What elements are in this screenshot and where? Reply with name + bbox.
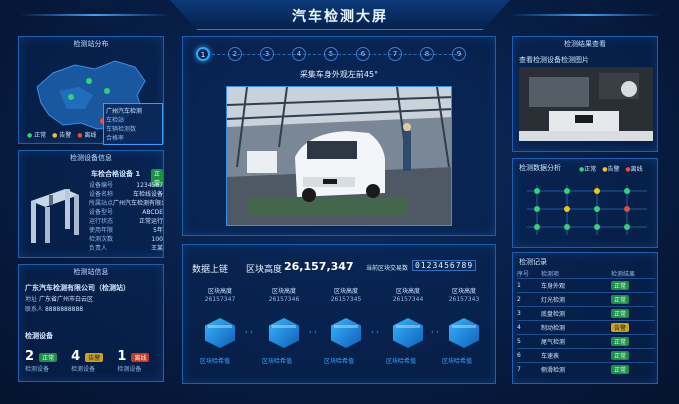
step-9[interactable]: 9	[452, 47, 466, 61]
device-row: 负责人 王某	[89, 245, 163, 252]
device-row: 使用年限 5年	[89, 227, 163, 234]
station-panel-title: 检测站信息	[19, 265, 163, 279]
engine-photo[interactable]	[519, 67, 653, 141]
table-row[interactable]: 7 侧滑检测 正常	[517, 362, 655, 377]
device-counts: 2 正常 检测设备 4 告警 检测设备 1 离线 检测设备	[25, 345, 150, 373]
block-height-value: 26,157,347	[284, 260, 354, 273]
chain-block-label: 区块高度 26157346	[268, 288, 300, 303]
table-row[interactable]: 4 制动检测 告警	[517, 320, 655, 335]
result-photo-panel: 检测结果查看 查看检测设备检测图片	[512, 36, 658, 152]
popup-line: 车辆检测数	[106, 126, 137, 133]
count-item[interactable]: 1 离线 检测设备	[117, 345, 150, 373]
device-row: 检测次数 100	[89, 236, 163, 243]
device-panel-title: 检测设备信息	[19, 151, 163, 165]
records-title: 检测记录	[519, 258, 547, 266]
page-title: 汽车检测大屏	[292, 9, 388, 25]
table-row[interactable]: 2 灯光检测 正常	[517, 292, 655, 307]
station-panel: 检测站信息 广东汽车检测有限公司（检测站） 地址 广东省广州市白云区 联系人 8…	[18, 264, 164, 382]
map-popup: 广州汽车检测 车检站 车辆检测数 合格率	[103, 103, 163, 145]
chain-hash-label: 区块哈希值	[442, 358, 473, 365]
block-height-label: 区块高度	[246, 265, 283, 275]
chain-arrow: ‹ ‹	[245, 328, 253, 336]
station-name: 广东汽车检测有限公司（检测站）	[25, 284, 130, 292]
title-decoration-left	[20, 14, 170, 16]
step-6[interactable]: 6	[356, 47, 370, 61]
device-heading: 车检合格设备 1	[91, 170, 141, 178]
dashboard-root: 汽车检测大屏 检测站分布 广州汽车检测 车检站 车辆检测数 合格率 ● 正常 ●…	[0, 0, 679, 404]
step-1[interactable]: 1	[196, 47, 210, 61]
popup-line: 车检站	[106, 117, 125, 124]
result-panel-title: 检测结果查看	[513, 37, 657, 51]
device-panel: 检测设备信息 车检合格设备 1 正常 设备编号 1234567 设备名称 车检线设备…	[18, 150, 164, 258]
status-matrix[interactable]	[517, 175, 657, 247]
chain-block-label: 区块高度 26157343	[448, 288, 480, 303]
chain-arrow: ‹ ‹	[371, 328, 379, 336]
chain-arrow: ‹ ‹	[431, 328, 439, 336]
table-row[interactable]: 3 底盘检测 正常	[517, 306, 655, 321]
station-row: 地址 广东省广州市白云区	[25, 296, 93, 303]
device-row: 设备型号 ABCDE	[89, 209, 163, 216]
device-row: 所属站点广州汽车检测有限公司	[89, 200, 163, 207]
legend-label: 正常	[34, 132, 47, 139]
step-7[interactable]: 7	[388, 47, 402, 61]
car-photo	[227, 87, 451, 225]
count-item[interactable]: 4 告警 检测设备	[71, 345, 104, 373]
result-caption: 查看检测设备检测图片	[519, 56, 589, 64]
matrix-title: 检测数据分析	[519, 164, 561, 172]
records-table: 序号 检测项 检测结果 1 车身外观 正常 2 灯光检测 正常 3 底盘检测 正常 4 制动检…	[517, 269, 655, 377]
map-legend: ● 正常 ● 告警 ● 离线	[27, 132, 97, 139]
map-marker[interactable]	[104, 88, 110, 94]
legend-label: 告警	[59, 132, 72, 139]
popup-line: 广州汽车检测	[106, 108, 143, 115]
device-row: 设备名称 车检线设备	[89, 191, 163, 198]
step-5[interactable]: 5	[324, 47, 338, 61]
table-header-row: 序号 检测项 检测结果	[517, 271, 636, 278]
chain-hash-label: 区块哈希值	[262, 358, 293, 365]
step-4[interactable]: 4	[292, 47, 306, 61]
device-info-list: 设备编号1234567 设备名称车检线设备 所属站点广州汽车检测有限公司 设备型…	[89, 181, 163, 253]
upload-label: 数据上链	[192, 265, 229, 275]
matrix-legend: ●正常 ●告警 ●离线	[579, 166, 643, 173]
chain-hash-label: 区块哈希值	[200, 358, 231, 365]
gantry-icon	[31, 189, 79, 243]
device-row: 运行状态 正常运行	[89, 218, 163, 225]
legend-label: 离线	[84, 132, 97, 139]
chain-block-label: 区块高度 26157347	[204, 288, 236, 303]
step-caption: 采集车身外观左前45°	[299, 70, 379, 79]
title-bar: 汽车检测大屏	[170, 0, 510, 30]
table-row[interactable]: 6 车速表 正常	[517, 348, 655, 363]
step-3[interactable]: 3	[260, 47, 274, 61]
map-panel-title: 检测站分布	[19, 37, 163, 51]
station-info: 地址 广东省广州市白云区 联系人 8888888888	[25, 295, 159, 315]
inspection-photo[interactable]	[226, 86, 452, 226]
matrix-panel: 检测数据分析 ●正常 ●告警 ●离线	[512, 158, 658, 248]
chain-hash-label: 区块哈希值	[324, 358, 355, 365]
table-row[interactable]: 5 尾气检测 正常	[517, 334, 655, 349]
step-2[interactable]: 2	[228, 47, 242, 61]
map-marker[interactable]	[68, 94, 74, 100]
station-row: 联系人 8888888888	[25, 306, 84, 313]
map-panel: 检测站分布 广州汽车检测 车检站 车辆检测数 合格率 ● 正常 ● 告警 ● 离…	[18, 36, 164, 145]
device-row: 设备编号 1234567	[89, 182, 163, 189]
table-row[interactable]: 1 车身外观 正常	[517, 278, 655, 293]
device-count-title: 检测设备	[25, 332, 53, 340]
tx-count-label: 当前区块交易数	[366, 265, 409, 272]
chain-block-label: 区块高度 26157344	[392, 288, 424, 303]
chain-block-label: 区块高度 26157345	[330, 288, 362, 303]
count-item[interactable]: 2 正常 检测设备	[25, 345, 58, 373]
tx-count-value: 0123456789	[412, 260, 477, 271]
chain-arrow: ‹ ‹	[309, 328, 317, 336]
chain-hash-label: 区块哈希值	[386, 358, 417, 365]
records-panel: 检测记录 序号 检测项 检测结果 1 车身外观 正常 2 灯光检测 正常 3 底盘检测 正常…	[512, 252, 658, 384]
title-decoration-right	[510, 14, 660, 16]
step-8[interactable]: 8	[420, 47, 434, 61]
map-marker[interactable]	[86, 78, 92, 84]
popup-line: 合格率	[106, 135, 125, 142]
